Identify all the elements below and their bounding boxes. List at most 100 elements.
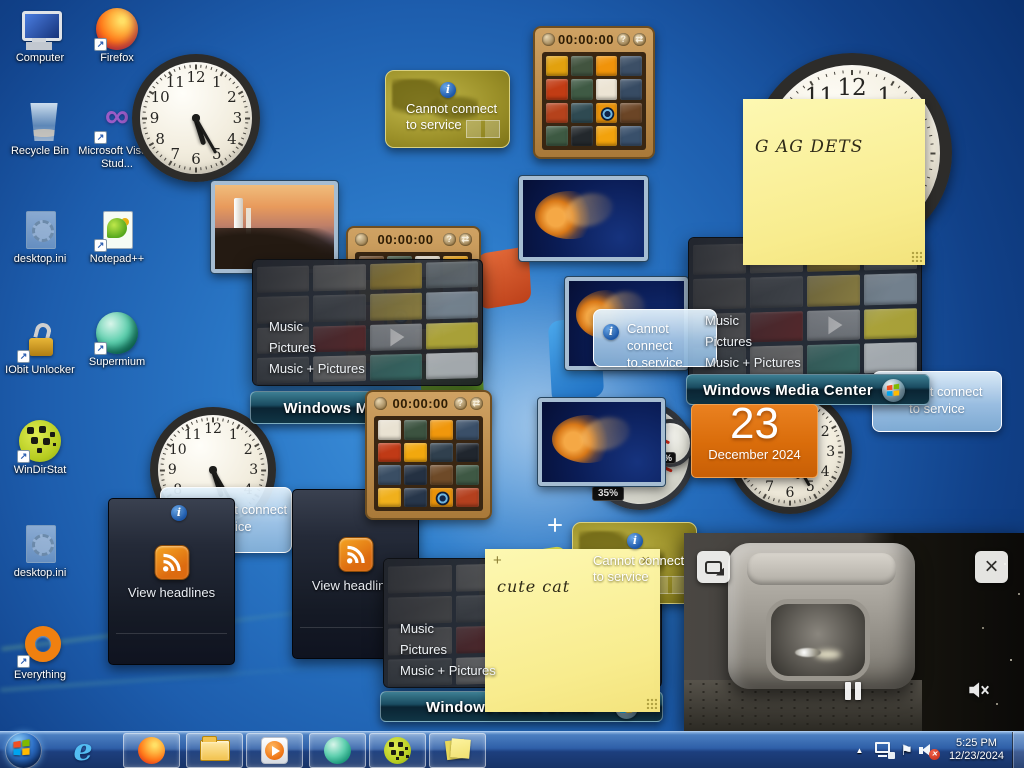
windows-logo-icon	[11, 737, 37, 763]
connect-error-toast[interactable]: i Cannot connect to service	[593, 309, 717, 370]
weather-gadget[interactable]: i Cannot connect to service	[385, 70, 510, 148]
rss-icon	[338, 537, 373, 572]
puzzle-timer: 00:00:00	[557, 32, 615, 47]
puzzle-grid[interactable]	[374, 416, 483, 511]
volume-muted-icon[interactable]: ✕	[918, 740, 940, 760]
wmc-menu-pictures[interactable]: Pictures	[705, 334, 801, 349]
puzzle-clock-icon[interactable]	[542, 33, 555, 46]
taskbar-firefox[interactable]	[123, 732, 180, 768]
weather-error-line1: Cannot connect	[593, 553, 685, 568]
puzzle-shuffle-icon[interactable]: ⇄	[633, 33, 646, 46]
puzzle-shuffle-icon[interactable]: ⇄	[470, 397, 483, 410]
puzzle-clock-icon[interactable]	[355, 233, 368, 246]
muted-speaker-icon[interactable]	[964, 677, 992, 708]
resize-grip[interactable]	[911, 251, 922, 262]
wmc-menu-music[interactable]: Music	[400, 621, 496, 636]
note-add-button[interactable]: +	[493, 553, 502, 569]
desktop-icon-recycle-bin[interactable]: Recycle Bin	[1, 101, 79, 158]
system-tray: ▲ ⚑ ✕ 5:25 PM 12/23/2024	[848, 731, 1024, 768]
wmc-menu-music-pictures[interactable]: Music + Pictures	[705, 355, 801, 370]
rss-icon	[154, 545, 189, 580]
taskbar-windows-explorer[interactable]	[186, 732, 243, 768]
info-icon: i	[440, 82, 456, 98]
media-center-gadget[interactable]: Music Pictures Music + Pictures	[252, 259, 483, 386]
slideshow-gadget-jellyfish[interactable]	[518, 175, 649, 262]
taskbar-internet-explorer[interactable]: e	[61, 732, 105, 768]
taskbar-supermium[interactable]	[309, 732, 366, 768]
puzzle-help-icon[interactable]: ?	[443, 233, 456, 246]
media-player-icon	[261, 736, 288, 764]
sticky-note-text[interactable]: cute cat	[497, 577, 570, 596]
desktop-icon-desktop-ini-2[interactable]: desktop.ini	[1, 523, 79, 580]
resize-grip[interactable]	[646, 698, 657, 709]
sticky-notes-icon	[445, 738, 471, 762]
puzzle-clock-icon[interactable]	[374, 397, 387, 410]
wallpaper-sparkle	[548, 518, 562, 532]
desktop-icon-everything[interactable]: Everything	[1, 625, 79, 682]
desktop-icon-windirstat[interactable]: WinDirStat	[1, 420, 79, 477]
toast-error-line1: Cannot connect	[627, 321, 673, 353]
windirstat-icon	[17, 420, 61, 463]
firefox-icon	[138, 736, 165, 764]
weather-error-line2: to service	[593, 569, 649, 584]
wmc-menu-music-pictures[interactable]: Music + Pictures	[269, 361, 365, 376]
taskbar-sticky-notes[interactable]	[429, 732, 486, 768]
info-icon: i	[603, 324, 619, 340]
puzzle-grid[interactable]	[542, 52, 646, 150]
close-icon: ×	[984, 553, 999, 580]
desktop: Computer Firefox Recycle Bin Microsoft V…	[0, 0, 1024, 768]
pause-icon[interactable]	[845, 682, 851, 700]
desktop-icon-supermium[interactable]: Supermium	[78, 312, 156, 369]
picture-puzzle-gadget-3[interactable]: 00:00:00 ? ⇄	[365, 390, 492, 520]
weather-error-line1: Cannot connect	[406, 101, 498, 116]
pause-icon[interactable]	[855, 682, 861, 700]
sticky-note-text[interactable]: G AG DETS	[755, 137, 863, 157]
jellyfish-photo	[523, 180, 644, 257]
notepad-plus-plus-icon	[94, 209, 138, 252]
puzzle-timer: 00:00:00	[392, 396, 449, 411]
wmc-menu-music[interactable]: Music	[269, 319, 365, 334]
video-overlay[interactable]: ×	[684, 533, 1024, 731]
slideshow-gadget-jellyfish-3[interactable]	[537, 397, 666, 487]
show-hidden-icons-button[interactable]: ▲	[855, 746, 863, 755]
cpu-percent: 35%	[592, 486, 625, 501]
desktop-icon-iobit-unlocker[interactable]: IObit Unlocker	[1, 320, 79, 377]
taskbar-windows-media-player[interactable]	[246, 732, 303, 768]
toast-error-line2: to service	[627, 355, 683, 370]
desktop-icon-computer[interactable]: Computer	[1, 8, 79, 65]
picture-puzzle-gadget[interactable]: 00:00:00 ? ⇄	[533, 26, 655, 159]
desktop-icon-notepad-plus-plus[interactable]: Notepad++	[78, 209, 156, 266]
shortcut-arrow-icon	[17, 350, 30, 363]
rss-view-headlines[interactable]: View headlines	[109, 585, 234, 600]
tray-time: 5:25 PM	[955, 737, 997, 749]
everything-icon	[17, 625, 61, 668]
desktop-icon-desktop-ini[interactable]: desktop.ini	[1, 209, 79, 266]
wmc-menu-music[interactable]: Music	[705, 313, 801, 328]
ini-file-icon	[19, 209, 61, 251]
shortcut-arrow-icon	[17, 655, 30, 668]
puzzle-shuffle-icon[interactable]: ⇄	[459, 233, 472, 246]
rss-feed-gadget[interactable]: View headlines	[108, 498, 235, 665]
calendar-gadget[interactable]: 23 December 2024	[691, 401, 818, 478]
show-desktop-button[interactable]	[1012, 731, 1024, 768]
sticky-note-gadget[interactable]: G AG DETS	[743, 99, 925, 265]
shortcut-arrow-icon	[94, 342, 107, 355]
ini-file-icon	[19, 523, 61, 565]
start-button[interactable]	[5, 731, 42, 768]
puzzle-help-icon[interactable]: ?	[454, 397, 467, 410]
video-close-button[interactable]: ×	[975, 551, 1008, 583]
tray-clock[interactable]: 5:25 PM 12/23/2024	[949, 737, 1004, 763]
wmc-menu-pictures[interactable]: Pictures	[400, 642, 496, 657]
iobit-unlocker-icon	[17, 320, 61, 363]
network-icon[interactable]	[873, 740, 896, 760]
info-icon: i	[171, 505, 187, 521]
taskbar-windirstat[interactable]	[369, 732, 426, 768]
action-center-flag-icon[interactable]: ⚑	[900, 742, 913, 759]
picture-in-picture-button[interactable]	[697, 551, 730, 583]
puzzle-help-icon[interactable]: ?	[617, 33, 630, 46]
supermium-icon	[324, 736, 351, 764]
clock-gadget-top-left[interactable]: 12 1 2 3 4 5 6 7 8 9 10 11	[132, 54, 260, 182]
desktop-icon-firefox[interactable]: Firefox	[78, 8, 156, 65]
wmc-menu-music-pictures[interactable]: Music + Pictures	[400, 663, 496, 678]
wmc-menu-pictures[interactable]: Pictures	[269, 340, 365, 355]
